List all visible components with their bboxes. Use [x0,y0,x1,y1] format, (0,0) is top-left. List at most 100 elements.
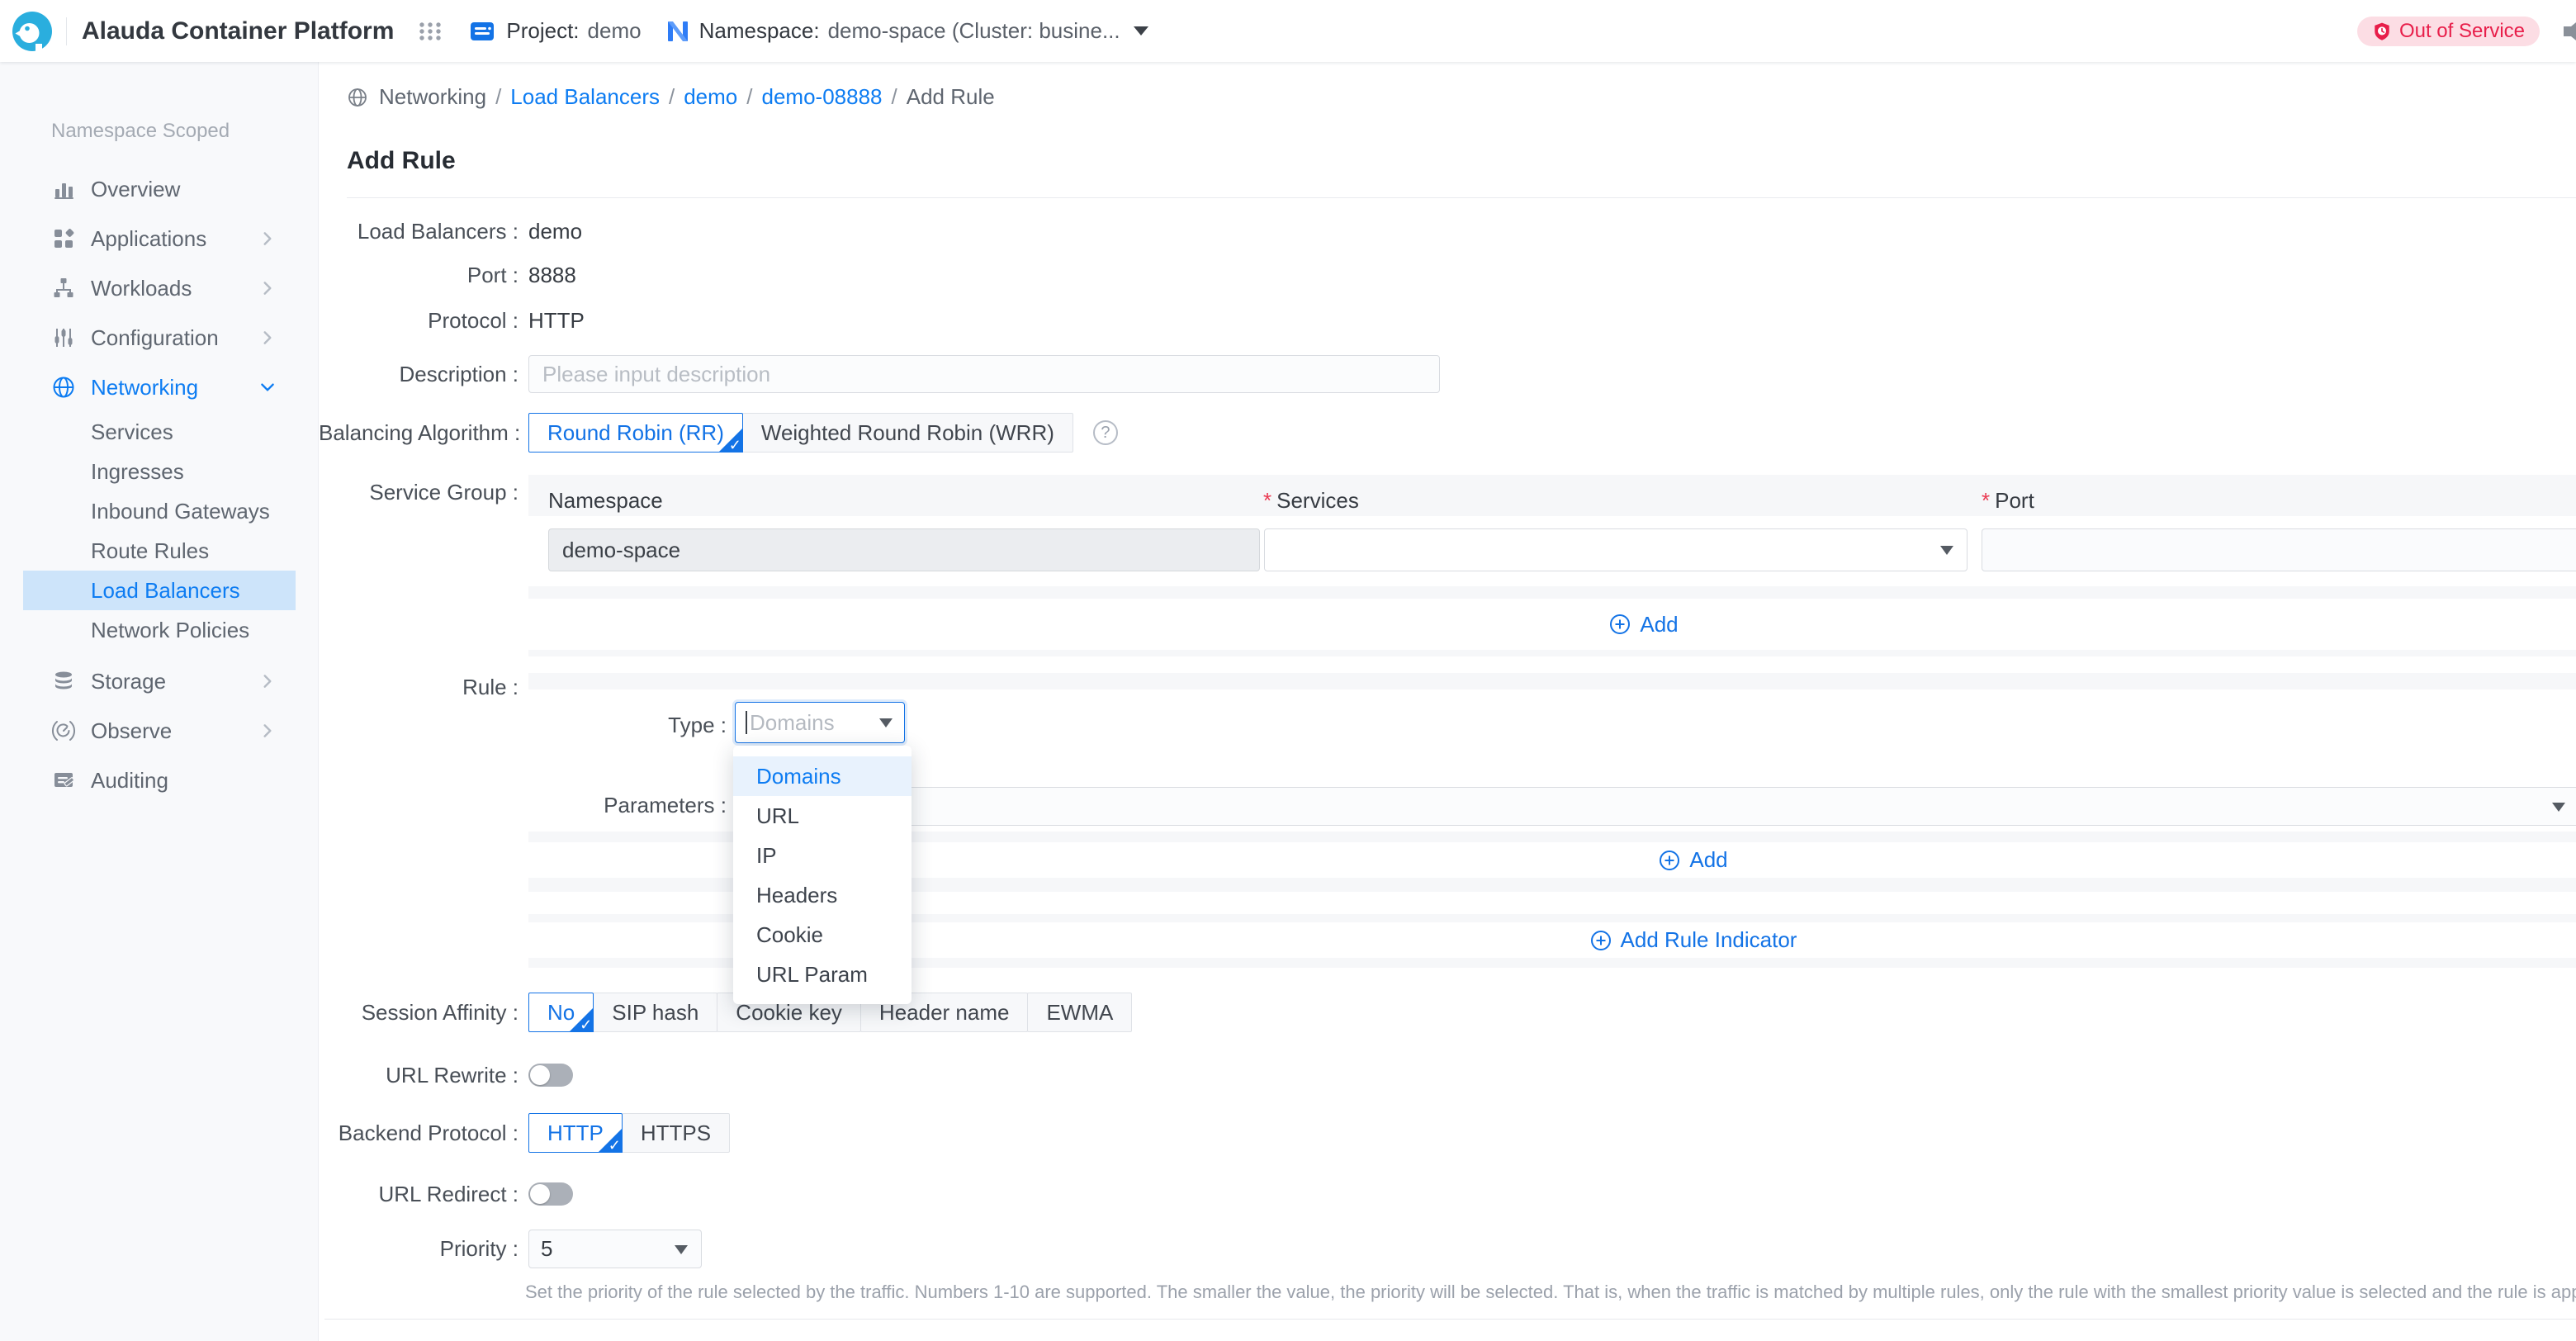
type-option-url[interactable]: URL [733,796,912,836]
title-divider [347,197,2576,198]
sidebar-item-observe[interactable]: Observe [0,706,318,756]
sidebar-item-route-rules[interactable]: Route Rules [0,531,318,571]
help-icon[interactable]: ? [1093,420,1118,445]
backend-protocol-segmented: HTTP ✓ HTTPS [528,1113,730,1153]
globe-icon [51,375,76,400]
toggle-knob [530,1184,550,1204]
sidebar-item-label: Overview [91,177,180,202]
toggle-knob [530,1065,550,1085]
page-title: Add Rule [347,147,456,175]
url-redirect-toggle[interactable] [528,1182,573,1206]
namespace-caret-icon [1134,26,1148,36]
sidebar-item-applications[interactable]: Applications [0,214,318,263]
type-dropdown-menu: Domains URL IP Headers Cookie URL Param [733,746,912,1004]
sidebar-item-label: Observe [91,718,172,744]
sidebar-item-storage[interactable]: Storage [0,656,318,706]
type-option-cookie[interactable]: Cookie [733,915,912,955]
sidebar-item-networking[interactable]: Networking [0,362,318,412]
namespace-label: Namespace: [699,18,820,44]
balancing-option-rr[interactable]: Round Robin (RR) ✓ [528,413,743,453]
caret-down-icon [2552,803,2565,812]
gauge-icon [51,718,76,743]
required-mark: * [1263,488,1271,513]
type-label: Type : [528,713,727,738]
session-option-sip-hash[interactable]: SIP hash [593,993,717,1032]
port-label: Port : [319,263,519,288]
apps-icon [51,226,76,251]
service-group-add-row: Add [528,599,2576,650]
protocol-label: Protocol : [319,308,519,334]
sidebar-item-inbound-gateways[interactable]: Inbound Gateways [0,491,318,531]
services-select[interactable] [1264,528,1968,571]
breadcrumb-separator: / [495,84,501,110]
sidebar-item-label: Inbound Gateways [91,499,270,524]
type-option-url-param[interactable]: URL Param [733,955,912,994]
add-circle-icon [1589,928,1613,953]
out-of-service-badge[interactable]: Out of Service [2357,17,2540,46]
project-switcher[interactable]: Project: demo [468,17,641,45]
required-mark: * [1982,488,1990,513]
sidebar-item-label: Network Policies [91,618,249,643]
port-value: 8888 [528,263,576,288]
type-select[interactable]: Domains [735,702,905,743]
breadcrumb-item-add-rule: Add Rule [907,84,995,110]
service-group-panel: Namespace *Services *Port demo-space [528,475,2576,656]
caret-down-icon [879,718,893,727]
backend-option-http[interactable]: HTTP ✓ [528,1113,623,1153]
type-option-domains[interactable]: Domains [733,756,912,796]
sidebar-item-auditing[interactable]: Auditing [0,756,318,805]
sidebar-item-configuration[interactable]: Configuration [0,313,318,362]
session-affinity-label: Session Affinity : [319,1000,519,1026]
sidebar-item-overview[interactable]: Overview [0,164,318,214]
breadcrumb-separator: / [669,84,675,110]
namespace-icon [666,20,689,43]
sidebar-item-services[interactable]: Services [0,412,318,452]
session-option-ewma[interactable]: EWMA [1027,993,1132,1032]
sidebar-item-label: Auditing [91,768,168,794]
caret-down-icon [675,1245,688,1254]
protocol-value: HTTP [528,308,585,334]
sidebar-item-load-balancers[interactable]: Load Balancers [23,571,296,610]
sidebar-item-label: Networking [91,375,198,400]
breadcrumb-item-demo-08888[interactable]: demo-08888 [762,84,883,110]
sidebar-item-workloads[interactable]: Workloads [0,263,318,313]
add-circle-icon [1657,848,1682,873]
alauda-logo-icon[interactable] [12,11,53,52]
load-balancers-value: demo [528,219,582,244]
shield-icon [2372,21,2392,41]
check-icon: ✓ [580,1016,592,1034]
namespace-switcher[interactable]: Namespace: demo-space (Cluster: busine..… [666,18,1148,44]
breadcrumb-item-load-balancers[interactable]: Load Balancers [510,84,660,110]
chevron-right-icon [258,279,277,297]
chevron-right-icon [258,672,277,690]
description-input[interactable] [528,355,1440,393]
announcement-icon[interactable] [2558,12,2576,50]
sidebar: Namespace Scoped Overview [0,62,319,1341]
project-icon [468,17,496,45]
url-rewrite-toggle[interactable] [528,1064,573,1087]
project-label: Project: [506,18,579,44]
sidebar-item-network-policies[interactable]: Network Policies [0,610,318,650]
app-switcher-grid-icon[interactable] [417,18,443,45]
balancing-option-wrr[interactable]: Weighted Round Robin (WRR) [742,413,1073,453]
service-group-add-button[interactable]: Add [528,599,2576,650]
description-row: Description : [319,355,1440,393]
url-redirect-label: URL Redirect : [319,1182,519,1207]
breadcrumb-item-demo[interactable]: demo [684,84,737,110]
port-select[interactable] [1982,528,2576,571]
breadcrumb-separator: / [892,84,897,110]
priority-select[interactable]: 5 [528,1230,702,1268]
parameters-select[interactable] [735,787,2576,826]
sidebar-section-label: Namespace Scoped [0,120,318,143]
sidebar-item-label: Load Balancers [91,578,240,604]
text-cursor [746,711,747,734]
backend-option-https[interactable]: HTTPS [622,1113,730,1153]
audit-document-icon [51,768,76,793]
sidebar-item-label: Configuration [91,325,219,351]
session-option-no[interactable]: No ✓ [528,993,594,1032]
breadcrumb-item-networking: Networking [379,84,486,110]
type-option-headers[interactable]: Headers [733,875,912,915]
workloads-icon [51,276,76,301]
type-option-ip[interactable]: IP [733,836,912,875]
sidebar-item-ingresses[interactable]: Ingresses [0,452,318,491]
